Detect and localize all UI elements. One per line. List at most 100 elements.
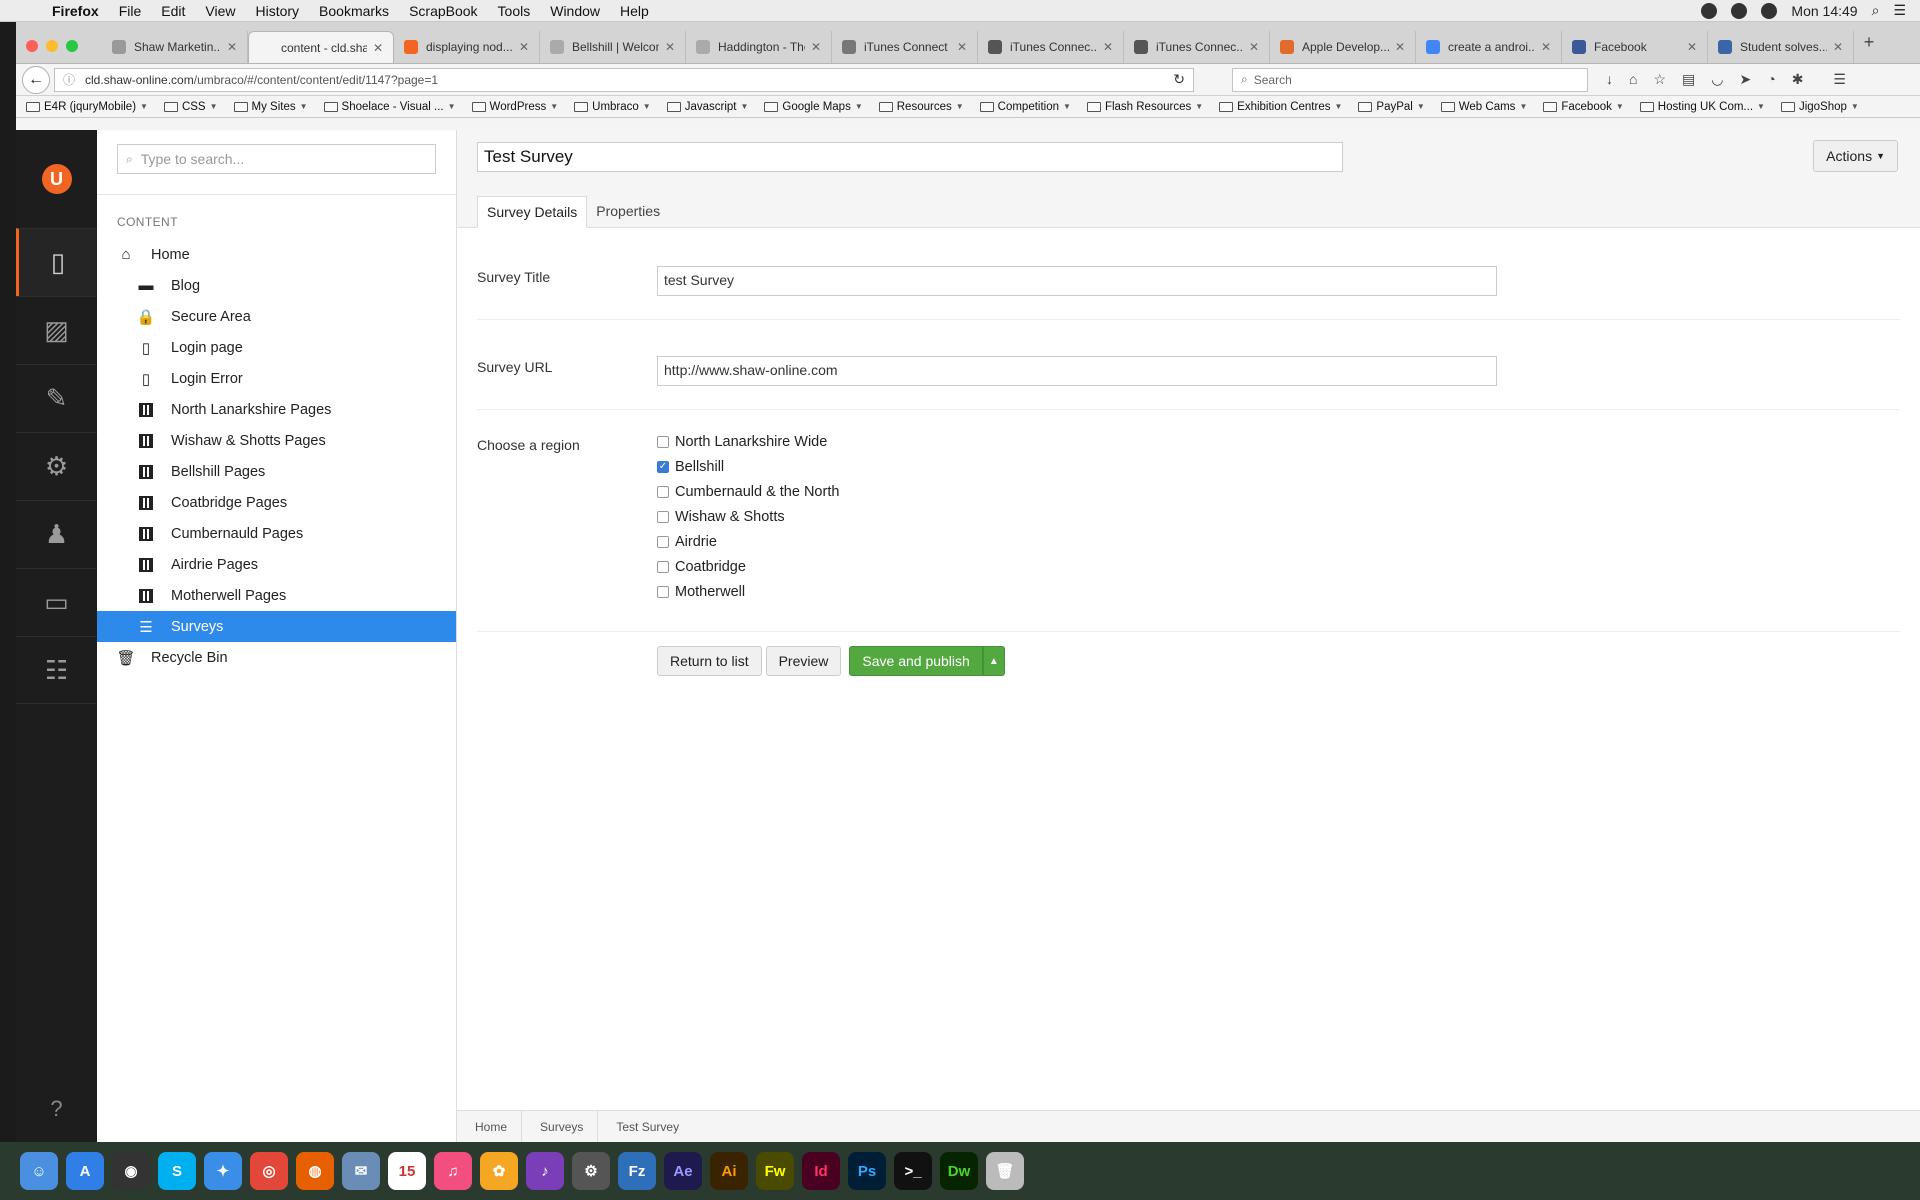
back-button[interactable]: ← (22, 65, 50, 94)
extension-icon[interactable]: ✱ (1792, 71, 1804, 88)
checkbox[interactable] (657, 560, 669, 573)
chrome-icon[interactable]: ◎ (250, 1152, 288, 1190)
menu-history[interactable]: History (245, 3, 309, 19)
region-checkbox-item[interactable]: Airdrie (657, 532, 839, 551)
close-tab-icon[interactable]: ✕ (957, 40, 967, 54)
close-window-icon[interactable] (26, 40, 38, 52)
bookmark-item[interactable]: Resources ▼ (878, 101, 964, 113)
survey-title-input[interactable]: test Survey (657, 266, 1497, 296)
help-icon[interactable]: ? (16, 1096, 97, 1122)
section-members[interactable]: ▭ (16, 568, 97, 636)
close-tab-icon[interactable]: ✕ (1833, 40, 1843, 54)
browser-tab[interactable]: Haddington - The ... ✕ (686, 31, 832, 63)
browser-tab[interactable]: displaying nod... ✕ (394, 31, 540, 63)
bookmark-item[interactable]: E4R (jquryMobile) ▼ (26, 101, 148, 113)
fireworks-icon[interactable]: Fw (756, 1152, 794, 1190)
zoom-window-icon[interactable] (66, 40, 78, 52)
browser-tab[interactable]: Facebook ✕ (1562, 31, 1708, 63)
browser-tab[interactable]: Shaw Marketin... ✕ (102, 31, 248, 63)
photos-icon[interactable]: ✿ (480, 1152, 518, 1190)
menu-window[interactable]: Window (540, 3, 610, 19)
browser-tab[interactable]: Apple Develop... ✕ (1270, 31, 1416, 63)
bookmark-item[interactable]: Javascript ▼ (666, 101, 748, 113)
tree-node[interactable]: Coatbridge Pages (97, 487, 456, 518)
dropbox-icon[interactable] (1701, 2, 1718, 19)
tree-node[interactable]: 🔒 Secure Area (97, 301, 456, 332)
illustrator-icon[interactable]: Ai (710, 1152, 748, 1190)
tree-node[interactable]: ▯ Login page (97, 332, 456, 363)
search-bar[interactable]: ⌕ Search (1232, 67, 1588, 92)
bookmark-item[interactable]: Umbraco ▼ (574, 101, 651, 113)
close-tab-icon[interactable]: ✕ (373, 41, 383, 55)
region-checkbox-item[interactable]: Cumbernauld & the North (657, 482, 839, 501)
photoshop-icon[interactable]: Ps (848, 1152, 886, 1190)
close-tab-icon[interactable]: ✕ (1687, 40, 1697, 54)
trash-dock-icon[interactable]: 🗑 (986, 1152, 1024, 1190)
notification-center-icon[interactable]: ☰ (1893, 2, 1906, 19)
reload-icon[interactable]: ↻ (1173, 71, 1185, 88)
tree-node[interactable]: Bellshill Pages (97, 456, 456, 487)
close-tab-icon[interactable]: ✕ (1541, 40, 1551, 54)
menu-bookmarks[interactable]: Bookmarks (309, 3, 399, 19)
section-forms[interactable]: ☷ (16, 636, 97, 704)
menu-help[interactable]: Help (610, 3, 659, 19)
node-name-input[interactable]: Test Survey (477, 142, 1343, 172)
site-info-icon[interactable]: ⓘ (63, 71, 75, 88)
breadcrumb-item[interactable]: Home (457, 1110, 523, 1142)
checkbox[interactable] (657, 510, 669, 523)
browser-tab[interactable]: iTunes Connec... ✕ (1124, 31, 1270, 63)
region-checkbox-item[interactable]: North Lanarkshire Wide (657, 432, 839, 451)
bookmark-item[interactable]: My Sites ▼ (233, 101, 308, 113)
region-checkbox-item[interactable]: Motherwell (657, 582, 839, 601)
close-tab-icon[interactable]: ✕ (1103, 40, 1113, 54)
browser-tab[interactable]: Bellshill | Welcome ... ✕ (540, 31, 686, 63)
itunes-icon[interactable]: ♫ (434, 1152, 472, 1190)
sync-icon[interactable] (1731, 2, 1748, 19)
tree-node[interactable]: Motherwell Pages (97, 580, 456, 611)
tab-survey-details[interactable]: Survey Details (477, 196, 588, 228)
bookmark-item[interactable]: Competition ▼ (979, 101, 1071, 113)
download-icon[interactable]: ↓ (1606, 71, 1613, 88)
chat-icon[interactable]: ◔ (1767, 71, 1775, 88)
tree-node[interactable]: Airdrie Pages (97, 549, 456, 580)
umbraco-logo[interactable]: U (16, 130, 97, 228)
bookmarks-list-icon[interactable]: ▤ (1682, 71, 1695, 88)
home-toolbar-icon[interactable]: ⌂ (1629, 71, 1637, 88)
close-tab-icon[interactable]: ✕ (519, 40, 529, 54)
menu-view[interactable]: View (195, 3, 245, 19)
browser-tab[interactable]: content - cld.shaw... ✕ (248, 31, 394, 63)
checkbox[interactable]: ✓ (657, 460, 669, 473)
new-tab-icon[interactable]: + (1854, 32, 1884, 53)
app-store-icon[interactable]: A (66, 1152, 104, 1190)
browser-tab[interactable]: create a androi... ✕ (1416, 31, 1562, 63)
section-settings[interactable]: ⚙ (16, 432, 97, 500)
tree-node[interactable]: Cumbernauld Pages (97, 518, 456, 549)
dashboard-icon[interactable]: ◉ (112, 1152, 150, 1190)
firefox-icon[interactable]: ◍ (296, 1152, 334, 1190)
browser-tab[interactable]: Student solves... ✕ (1708, 31, 1854, 63)
spotlight-icon[interactable]: ⌕ (1872, 2, 1880, 19)
wifi-icon[interactable] (1761, 2, 1778, 19)
menu-tools[interactable]: Tools (488, 3, 541, 19)
pocket-icon[interactable]: ◡ (1711, 71, 1723, 88)
checkbox[interactable] (657, 585, 669, 598)
tree-node[interactable]: ☰ Surveys (97, 611, 456, 642)
publish-options-button[interactable]: ▲ (982, 646, 1005, 676)
section-developer[interactable]: ✎ (16, 364, 97, 432)
bookmark-item[interactable]: Exhibition Centres ▼ (1219, 101, 1342, 113)
system-preferences-icon[interactable]: ⚙ (572, 1152, 610, 1190)
tree-search-input[interactable]: ⌕ Type to search... (117, 144, 436, 174)
close-tab-icon[interactable]: ✕ (227, 40, 237, 54)
checkbox[interactable] (657, 435, 669, 448)
bookmark-item[interactable]: Google Maps ▼ (764, 101, 863, 113)
hamburger-menu-icon[interactable]: ☰ (1833, 71, 1846, 88)
tree-node[interactable]: Wishaw & Shotts Pages (97, 425, 456, 456)
bookmark-item[interactable]: PayPal ▼ (1358, 101, 1425, 113)
save-and-publish-button[interactable]: Save and publish (849, 646, 983, 676)
tab-properties[interactable]: Properties (587, 196, 669, 228)
region-checkbox-item[interactable]: Coatbridge (657, 557, 839, 576)
music-app-icon[interactable]: ♪ (526, 1152, 564, 1190)
bookmark-item[interactable]: Shoelace - Visual ... ▼ (323, 101, 456, 113)
after-effects-icon[interactable]: Ae (664, 1152, 702, 1190)
calendar-icon[interactable]: 15 (388, 1152, 426, 1190)
